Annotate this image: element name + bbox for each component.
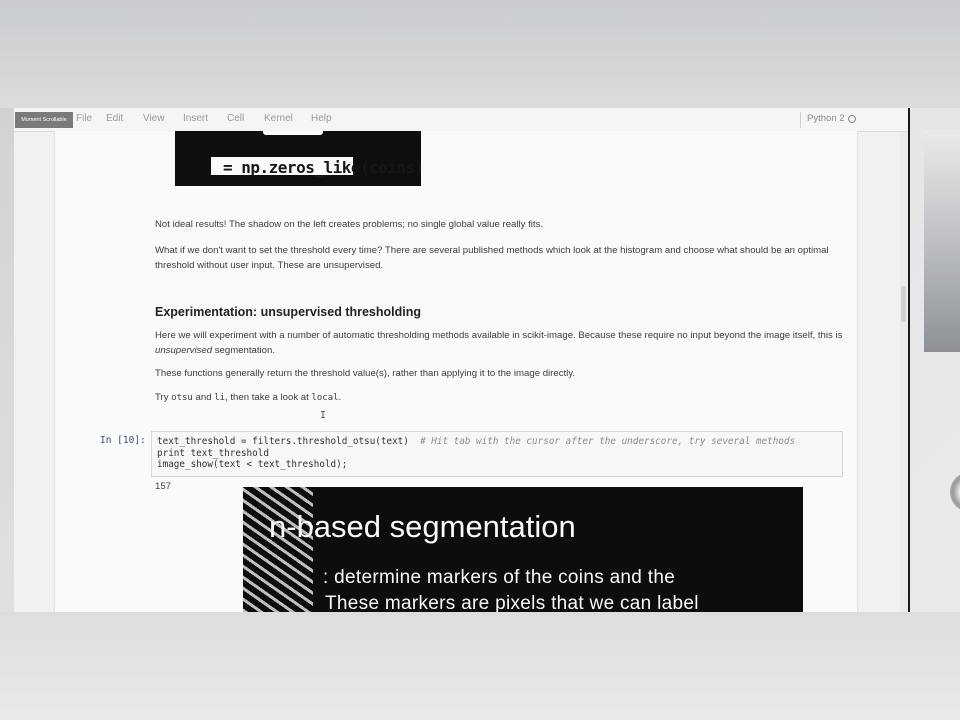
previous-output-image: = np.zeros_like(coins) (175, 131, 421, 186)
output-image: n-based segmentation : determine markers… (243, 487, 803, 612)
kernel-name: Python 2 (807, 113, 845, 124)
markdown-para-2: What if we don't want to set the thresho… (155, 245, 829, 271)
kernel-status[interactable]: Python 2 (800, 112, 861, 128)
code-otsu: otsu (171, 393, 193, 403)
menu-insert[interactable]: Insert (183, 113, 208, 124)
notebook-window: Moment Scrollable File Edit View Insert … (14, 108, 910, 612)
code-cell[interactable]: text_threshold = filters.threshold_otsu(… (151, 431, 843, 477)
para3-text-a: Here we will experiment with a number of… (155, 330, 843, 341)
background-side-disc (950, 472, 960, 512)
para5-end: . (338, 392, 342, 403)
para5-and: and (192, 392, 215, 403)
code-comment: # Hit tab with the cursor after the unde… (420, 436, 796, 447)
para3-text-b: segmentation. (212, 345, 276, 356)
menu-help[interactable]: Help (311, 113, 332, 124)
para5-try: Try (155, 392, 172, 403)
para5-then: , then take a look at (225, 392, 312, 403)
menu-bar: Moment Scrollable File Edit View Insert … (14, 108, 908, 132)
menu-view[interactable]: View (143, 113, 165, 124)
menu-cell[interactable]: Cell (227, 113, 244, 124)
notebook-container: = np.zeros_like(coins) Not ideal results… (54, 131, 858, 612)
code-li: li (214, 393, 226, 403)
image-text-line-1: : determine markers of the coins and the (323, 567, 676, 588)
background-bottom (0, 612, 960, 720)
markdown-para-3: Here we will experiment with a number of… (155, 328, 845, 358)
code-line-3: image_show(text < text_threshold); (157, 459, 348, 470)
markdown-para-1: Not ideal results! The shadow on the lef… (155, 219, 544, 230)
image-title-text: n-based segmentation (269, 509, 576, 544)
background-top (0, 0, 960, 108)
markdown-para-5: Try otsu and li, then take a look at loc… (155, 390, 845, 406)
image-noise (263, 131, 323, 135)
kernel-idle-icon (848, 115, 856, 123)
menu-edit[interactable]: Edit (106, 113, 123, 124)
image-noise-left (243, 487, 313, 612)
image-text-line-2: These markers are pixels that we can lab… (325, 593, 699, 612)
cell-prompt: In [10]: (100, 435, 146, 446)
section-heading: Experimentation: unsupervised thresholdi… (155, 305, 422, 319)
mouse-cursor-icon: I (320, 410, 327, 421)
code-local: local (311, 393, 339, 403)
menu-file[interactable]: File (76, 113, 92, 124)
markdown-para-4: These functions generally return the thr… (155, 368, 576, 379)
app-logo: Moment Scrollable (15, 112, 73, 128)
code-line-1: text_threshold = filters.threshold_otsu(… (157, 436, 795, 447)
background-side-panel (924, 130, 960, 352)
scrollbar[interactable] (900, 132, 908, 612)
cell-output-value: 157 (155, 481, 172, 492)
para3-emphasis: unsupervised (155, 345, 213, 356)
code-line-2: print text_threshold (157, 447, 269, 459)
scrollbar-thumb[interactable] (901, 286, 906, 322)
code-line-1-text: text_threshold = filters.threshold_otsu(… (157, 436, 409, 447)
image-code-text: = np.zeros_like(coins) (223, 158, 421, 177)
menu-kernel[interactable]: Kernel (264, 113, 293, 124)
